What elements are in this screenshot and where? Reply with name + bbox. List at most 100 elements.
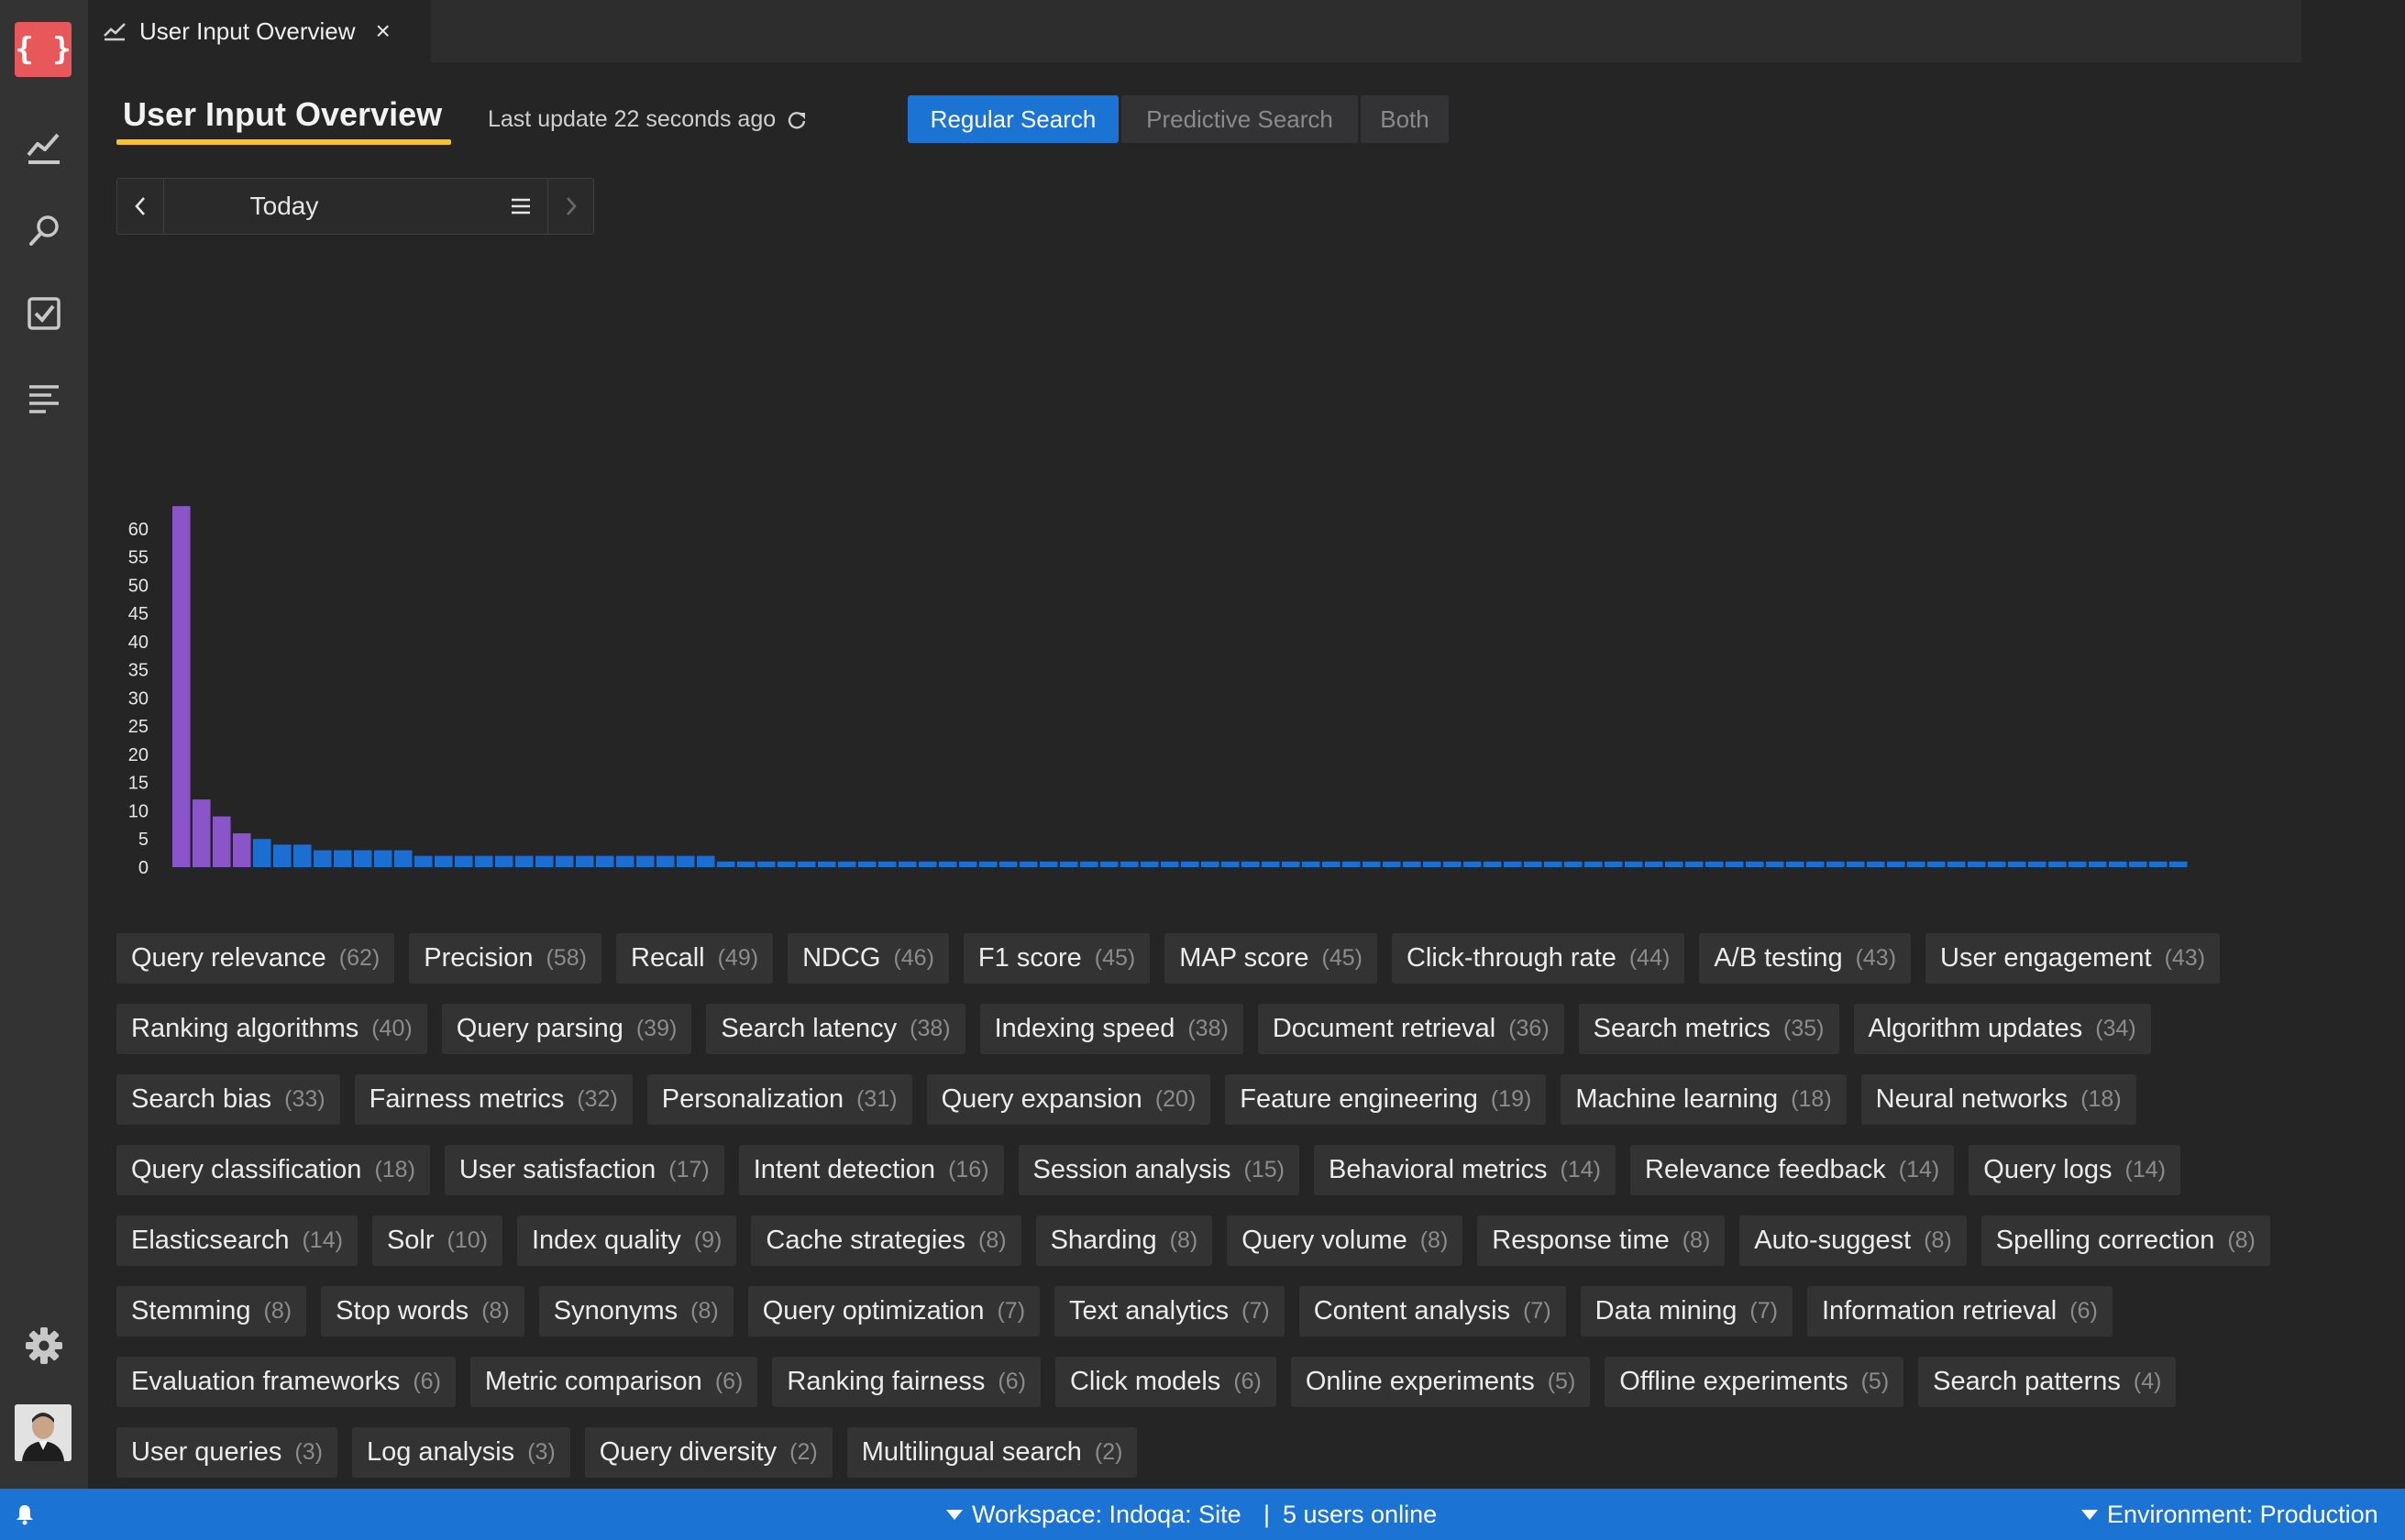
chart-bar[interactable] (354, 850, 372, 867)
tag-chip[interactable]: Neural networks (18) (1860, 1074, 2136, 1125)
chart-bar[interactable] (1766, 861, 1784, 867)
chart-bar[interactable] (1847, 861, 1865, 867)
tag-chip[interactable]: Evaluation frameworks (6) (116, 1357, 456, 1407)
chart-bar[interactable] (1221, 861, 1240, 867)
chart-bar[interactable] (1968, 861, 1986, 867)
tag-chip[interactable]: Query parsing (39) (441, 1004, 692, 1054)
tag-chip[interactable]: Search patterns (4) (1918, 1357, 2177, 1407)
chart-bar[interactable] (1181, 861, 1199, 867)
chart-bar[interactable] (1020, 861, 1038, 867)
chart-bar[interactable] (838, 861, 856, 867)
chart-icon[interactable] (22, 125, 66, 169)
tag-chip[interactable]: Online experiments (5) (1290, 1357, 1591, 1407)
chart-bar[interactable] (556, 855, 574, 867)
tag-chip[interactable]: Behavioral metrics (14) (1314, 1145, 1616, 1195)
chart-bar[interactable] (414, 855, 433, 867)
tag-chip[interactable]: User queries (3) (116, 1427, 337, 1478)
chart-bar[interactable] (1988, 861, 2006, 867)
tag-chip[interactable]: Metric comparison (6) (469, 1357, 758, 1407)
chart-bar[interactable] (2028, 861, 2046, 867)
chart-bar[interactable] (979, 861, 998, 867)
chart-bar[interactable] (757, 861, 776, 867)
chart-bar[interactable] (1362, 861, 1381, 867)
tag-chip[interactable]: NDCG (46) (788, 933, 949, 984)
chart-bar[interactable] (919, 861, 937, 867)
chart-bar[interactable] (1040, 861, 1058, 867)
chart-bar[interactable] (314, 850, 332, 867)
chart-bar[interactable] (1383, 861, 1401, 867)
chart-bar[interactable] (1342, 861, 1361, 867)
chart-bar[interactable] (193, 799, 211, 867)
chart-bar[interactable] (1746, 861, 1764, 867)
chart-bar[interactable] (677, 855, 695, 867)
refresh-icon[interactable] (787, 110, 807, 130)
close-icon[interactable]: × (376, 16, 391, 46)
chart-bar[interactable] (1322, 861, 1340, 867)
chart-bar[interactable] (1060, 861, 1078, 867)
chart-bar[interactable] (818, 861, 836, 867)
chevron-left-icon[interactable] (117, 179, 164, 234)
chart-bar[interactable] (1161, 861, 1179, 867)
chart-bar[interactable] (1544, 861, 1562, 867)
chart-bar[interactable] (213, 816, 231, 867)
chart-bar[interactable] (656, 855, 675, 867)
tag-chip[interactable]: Query relevance (62) (116, 933, 395, 984)
tag-chip[interactable]: Sharding (8) (1035, 1216, 1213, 1266)
chart-bar[interactable] (1403, 861, 1421, 867)
tag-chip[interactable]: Auto-suggest (8) (1739, 1216, 1967, 1266)
chart-bar[interactable] (1524, 861, 1542, 867)
tag-chip[interactable]: Query expansion (20) (926, 1074, 1211, 1125)
tag-chip[interactable]: Multilingual search (2) (846, 1427, 1138, 1478)
both-button[interactable]: Both (1361, 95, 1449, 143)
chart-bar[interactable] (999, 861, 1018, 867)
tag-chip[interactable]: Ranking fairness (6) (772, 1357, 1041, 1407)
tag-chip[interactable]: Stemming (8) (116, 1286, 307, 1336)
tab-user-input-overview[interactable]: User Input Overview × (88, 0, 431, 62)
chart-bar[interactable] (596, 855, 614, 867)
tag-chip[interactable]: Recall (49) (616, 933, 774, 984)
chart-bar[interactable] (1685, 861, 1704, 867)
chart-bar[interactable] (1645, 861, 1663, 867)
avatar[interactable] (15, 1404, 72, 1461)
tag-chip[interactable]: Feature engineering (19) (1225, 1074, 1547, 1125)
tag-chip[interactable]: Data mining (7) (1580, 1286, 1793, 1336)
tag-chip[interactable]: Content analysis (7) (1298, 1286, 1566, 1336)
chart-bar[interactable] (1100, 861, 1119, 867)
chart-bar[interactable] (1201, 861, 1219, 867)
chart-bar[interactable] (1282, 861, 1300, 867)
tag-chip[interactable]: Document retrieval (36) (1257, 1004, 1564, 1054)
chart-bar[interactable] (1786, 861, 1804, 867)
workspace-selector[interactable]: Workspace: Indoqa: Site (946, 1489, 1241, 1540)
tag-chip[interactable]: Query classification (18) (116, 1145, 430, 1195)
chart-bar[interactable] (697, 855, 715, 867)
chart-bar[interactable] (1705, 861, 1724, 867)
chart-bar[interactable] (778, 861, 796, 867)
tag-chip[interactable]: Offline experiments (5) (1605, 1357, 1904, 1407)
tag-chip[interactable]: Query diversity (2) (584, 1427, 833, 1478)
chart-bar[interactable] (394, 850, 413, 867)
chart-bar[interactable] (1625, 861, 1643, 867)
tag-chip[interactable]: Synonyms (8) (538, 1286, 734, 1336)
chart-bar[interactable] (2008, 861, 2026, 867)
tag-chip[interactable]: Algorithm updates (34) (1853, 1004, 2151, 1054)
tag-chip[interactable]: Machine learning (18) (1561, 1074, 1847, 1125)
predictive-search-button[interactable]: Predictive Search (1121, 95, 1358, 143)
tag-chip[interactable]: Query optimization (7) (747, 1286, 1041, 1336)
chart-bar[interactable] (858, 861, 877, 867)
chart-bar[interactable] (172, 506, 191, 867)
chart-bar[interactable] (334, 850, 352, 867)
chart-bar[interactable] (1484, 861, 1502, 867)
chart-bar[interactable] (1867, 861, 1885, 867)
environment-selector[interactable]: Environment: Production (2081, 1489, 2378, 1540)
chart-bar[interactable] (2089, 861, 2107, 867)
chart-bar[interactable] (2129, 861, 2147, 867)
chart-bar[interactable] (878, 861, 897, 867)
chart-bar[interactable] (737, 861, 756, 867)
chart-bar[interactable] (2149, 861, 2168, 867)
tag-chip[interactable]: User satisfaction (17) (444, 1145, 724, 1195)
tag-chip[interactable]: Personalization (31) (646, 1074, 912, 1125)
tag-chip[interactable]: Indexing speed (38) (979, 1004, 1243, 1054)
chart-bar[interactable] (1141, 861, 1159, 867)
chart-bar[interactable] (1927, 861, 1946, 867)
chart-bar[interactable] (1887, 861, 1905, 867)
